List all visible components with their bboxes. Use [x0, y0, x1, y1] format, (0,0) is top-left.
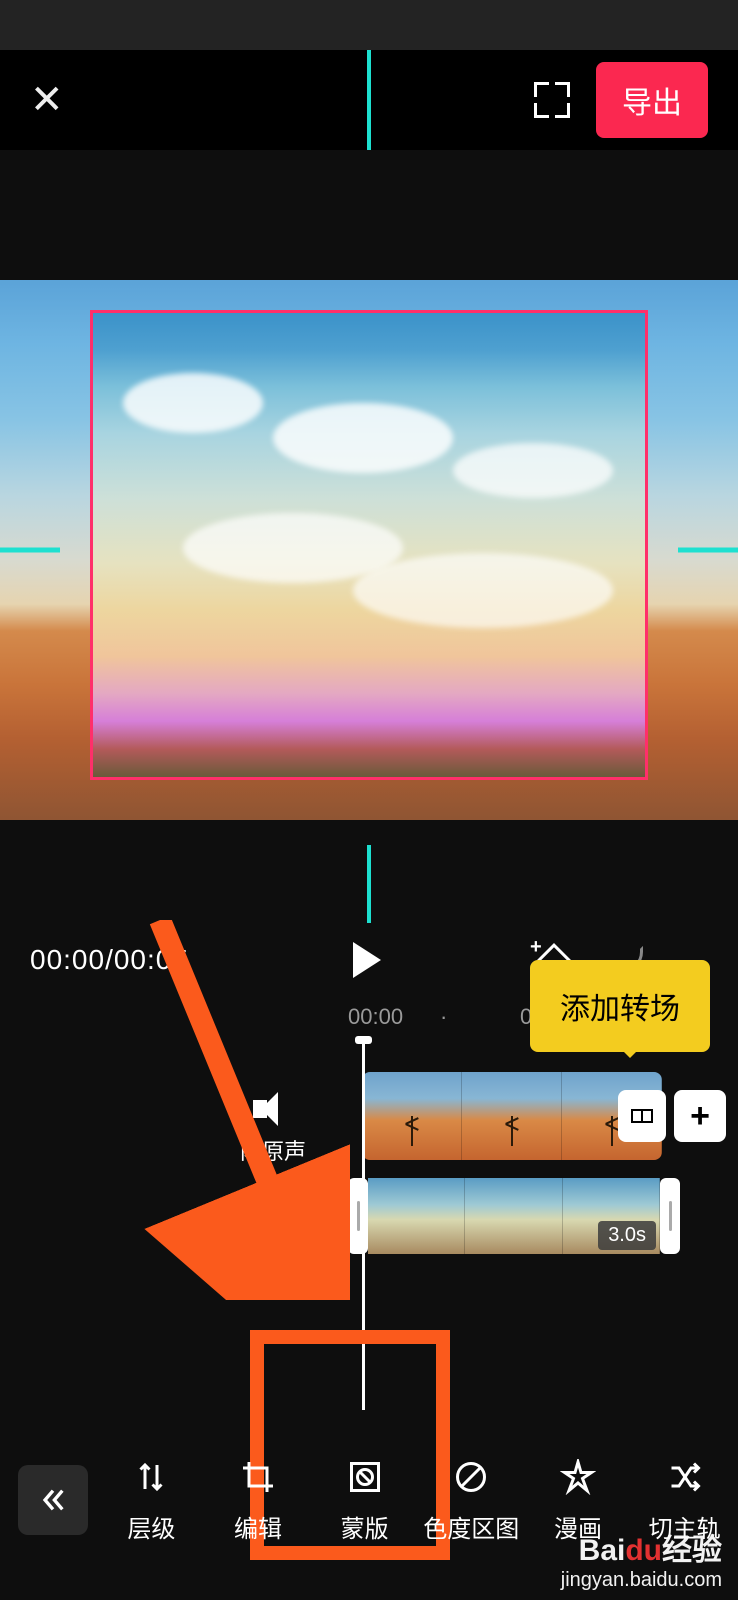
level-icon: [131, 1457, 171, 1497]
overlay-clip-frame[interactable]: [90, 310, 648, 780]
tool-label: 切主轨: [649, 1509, 721, 1544]
tool-comic[interactable]: 漫画: [530, 1457, 626, 1544]
close-icon[interactable]: ✕: [30, 77, 64, 123]
shuffle-icon: [665, 1457, 705, 1497]
toolbar-back-button[interactable]: [18, 1465, 88, 1535]
timeline-playhead[interactable]: [362, 1040, 365, 1410]
transition-tooltip: 添加转场: [530, 960, 710, 1052]
tooltip-text: 添加转场: [560, 993, 680, 1026]
clip-duration-badge: 3.0s: [598, 1221, 656, 1250]
tool-chroma[interactable]: 色度区图: [423, 1457, 519, 1544]
speaker-icon: [253, 1092, 293, 1126]
tool-label: 蒙版: [341, 1509, 389, 1544]
add-clip-button[interactable]: +: [674, 1090, 726, 1142]
play-button[interactable]: [353, 942, 381, 978]
tool-switch-main[interactable]: 切主轨: [637, 1457, 733, 1544]
overlay-track-clip[interactable]: 3.0s: [348, 1178, 680, 1254]
audio-label: 闭原声: [240, 1134, 306, 1166]
transition-button[interactable]: [618, 1090, 666, 1142]
crop-icon: [238, 1457, 278, 1497]
crop-handle-right[interactable]: [678, 548, 738, 553]
status-bar: [0, 0, 738, 50]
tool-level[interactable]: 层级: [103, 1457, 199, 1544]
preview-playhead: [367, 50, 371, 150]
tool-edit[interactable]: 编辑: [210, 1457, 306, 1544]
fullscreen-icon[interactable]: [534, 82, 570, 118]
crop-handle-left[interactable]: [0, 548, 60, 553]
comic-icon: [558, 1457, 598, 1497]
clip-handle-right[interactable]: [660, 1178, 680, 1254]
main-track-clip[interactable]: [362, 1072, 662, 1160]
ruler-dot: ·: [440, 1004, 447, 1030]
time-display: 00:00/00:05: [30, 944, 189, 976]
tool-label: 层级: [127, 1509, 175, 1544]
tool-mask[interactable]: 蒙版: [317, 1457, 413, 1544]
export-button[interactable]: 导出: [596, 62, 708, 138]
tool-label: 漫画: [554, 1509, 602, 1544]
bottom-toolbar: 层级 编辑 蒙版 色度区图: [0, 1440, 738, 1560]
chroma-icon: [451, 1457, 491, 1497]
clip-handle-left[interactable]: [348, 1178, 368, 1254]
tool-label: 编辑: [234, 1509, 282, 1544]
mute-original-audio[interactable]: 闭原声: [240, 1092, 306, 1166]
video-preview[interactable]: [0, 280, 738, 820]
mini-playhead: [367, 845, 371, 923]
tool-label: 色度区图: [423, 1509, 519, 1544]
ruler-mark: 00:00: [348, 1004, 403, 1030]
mask-icon: [345, 1457, 385, 1497]
